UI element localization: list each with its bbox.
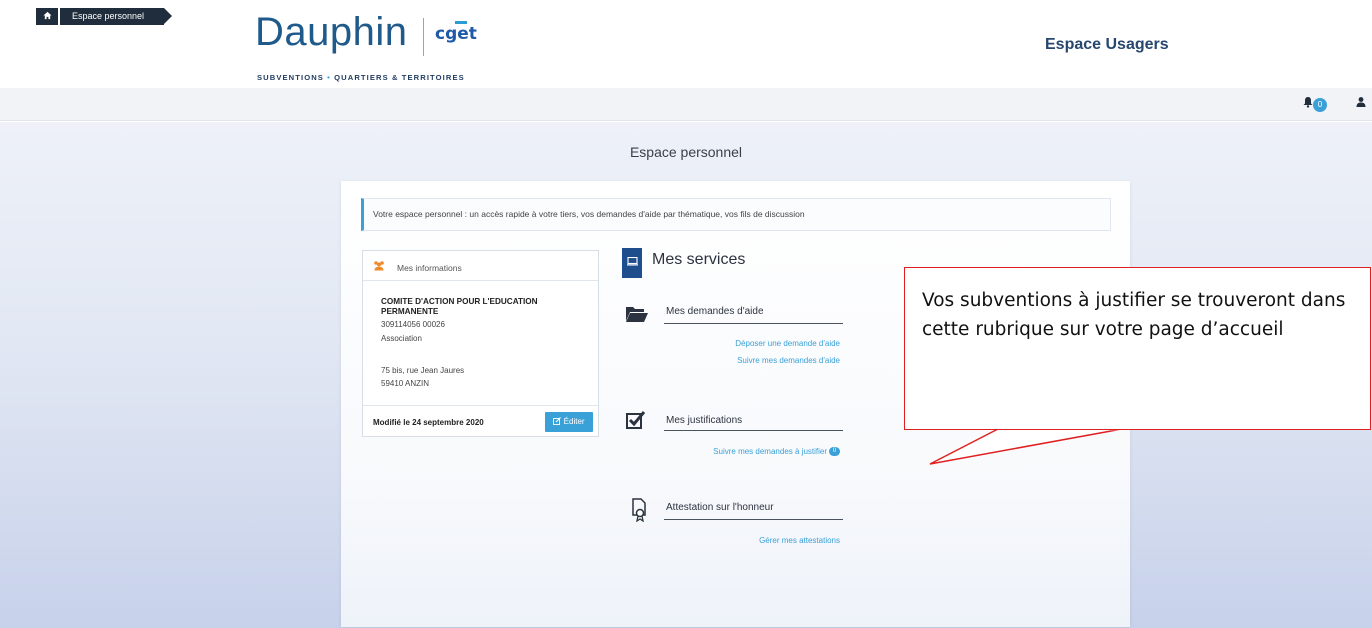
dauphin-logo[interactable]: Dauphin cget SUBVENTIONS • QUARTIERS & T… — [255, 8, 515, 88]
monitor-icon — [622, 248, 642, 278]
service-justifications-label: Mes justifications — [666, 415, 743, 426]
intro-banner: Votre espace personnel : un accès rapide… — [361, 198, 1111, 231]
organization-siret: 309114056 00026 — [381, 320, 445, 329]
logo-dauphin-text: Dauphin — [255, 10, 408, 54]
callout-text: Vos subventions à justifier se trouveron… — [922, 290, 1346, 340]
service-attestation-underline — [664, 519, 843, 520]
service-justifications-underline — [664, 430, 843, 431]
edit-icon — [553, 417, 563, 426]
info-panel-title: Mes informations — [397, 263, 462, 273]
organization-type: Association — [381, 334, 422, 343]
service-demandes-underline — [664, 323, 843, 324]
edit-button-label: Éditer — [563, 417, 585, 426]
user-icon[interactable] — [1356, 96, 1366, 111]
page-title: Espace personnel — [629, 144, 743, 160]
link-gerer-attestations[interactable]: Gérer mes attestations — [640, 536, 840, 545]
services-title: Mes services — [652, 251, 746, 268]
espace-usagers-title: Espace Usagers — [1045, 36, 1169, 53]
breadcrumb-home[interactable] — [36, 8, 58, 25]
organization-name: COMITE D'ACTION POUR L'EDUCATION PERMANE… — [381, 297, 538, 316]
logo-cget-text: cget — [435, 24, 477, 44]
annotation-callout: Vos subventions à justifier se trouveron… — [904, 267, 1371, 430]
link-deposer-demande[interactable]: Déposer une demande d'aide — [660, 339, 840, 348]
mes-informations-panel: Mes informations COMITE D'ACTION POUR L'… — [362, 250, 599, 437]
certificate-icon — [631, 498, 647, 528]
service-demandes-label: Mes demandes d'aide — [666, 306, 764, 317]
logo-separator — [423, 18, 424, 56]
link-suivre-justifier-label: Suivre mes demandes à justifier — [713, 447, 827, 456]
justifications-count-badge: 0 — [829, 447, 840, 457]
info-panel-footer: Modifié le 24 septembre 2020 Éditer — [363, 405, 598, 437]
tagline-left: SUBVENTIONS — [257, 73, 324, 82]
link-suivre-justifier[interactable]: Suivre mes demandes à justifier 0 — [640, 447, 840, 457]
address-line-2: 59410 ANZIN — [381, 379, 430, 388]
link-suivre-demandes[interactable]: Suivre mes demandes d'aide — [660, 356, 840, 365]
service-attestation-label: Attestation sur l'honneur — [666, 502, 774, 513]
checkbox-checked-icon — [626, 411, 646, 435]
address-line-1: 75 bis, rue Jean Jaures — [381, 366, 465, 375]
tagline-right: QUARTIERS & TERRITOIRES — [334, 73, 465, 82]
home-icon — [42, 11, 52, 21]
breadcrumb — [0, 88, 1372, 121]
breadcrumb-item-espace-personnel[interactable]: Espace personnel — [60, 8, 164, 25]
notification-badge[interactable]: 0 — [1313, 98, 1327, 112]
info-panel-header: Mes informations — [363, 251, 598, 281]
breadcrumb-arrow — [164, 8, 172, 24]
folder-open-icon — [625, 305, 649, 329]
users-icon — [373, 260, 385, 274]
tagline-dot: • — [327, 73, 331, 82]
last-modified: Modifié le 24 septembre 2020 — [373, 418, 484, 427]
edit-button[interactable]: Éditer — [545, 412, 593, 432]
app-header: Dauphin cget SUBVENTIONS • QUARTIERS & T… — [0, 0, 1372, 88]
logo-tagline: SUBVENTIONS • QUARTIERS & TERRITOIRES — [257, 73, 465, 82]
